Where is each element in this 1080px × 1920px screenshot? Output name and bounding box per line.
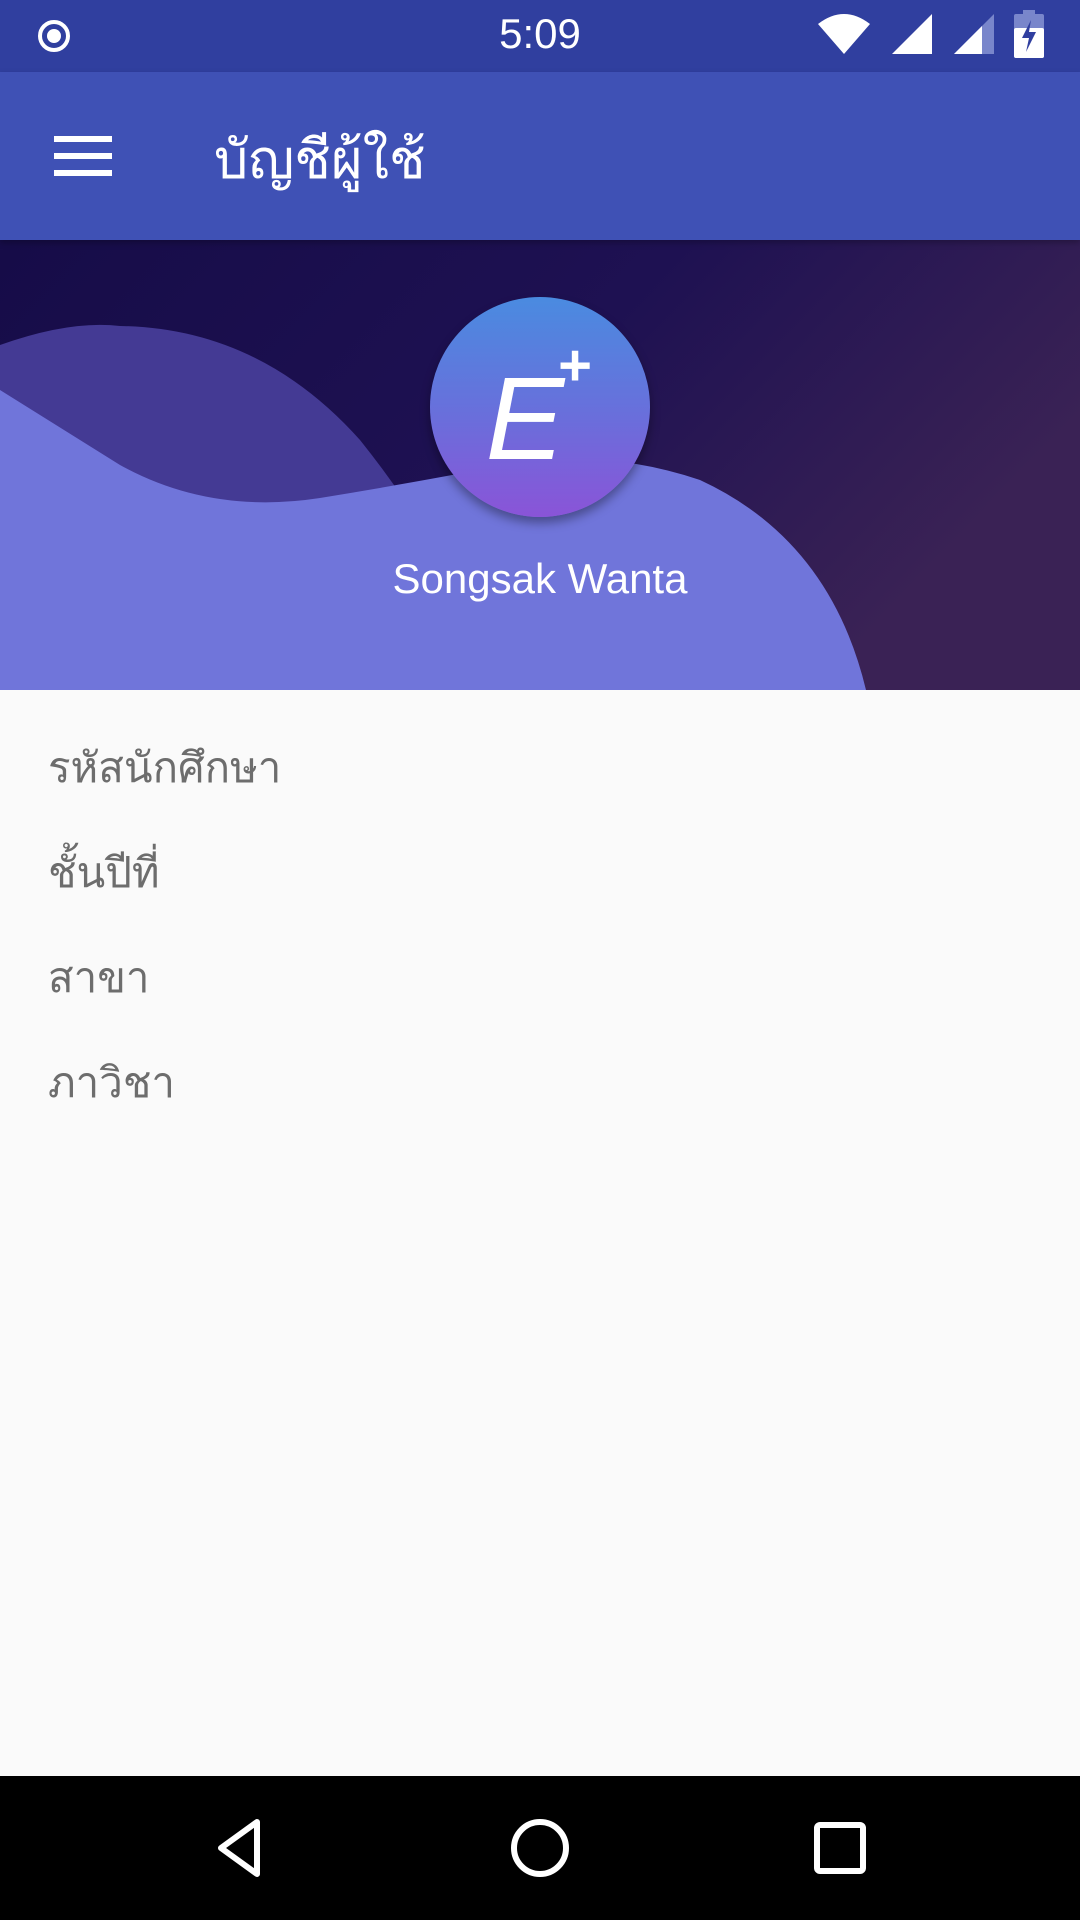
status-bar: 5:09 [0,0,1080,72]
student-id-label: รหัสนักศึกษา [48,743,282,792]
app-bar: บัญชีผู้ใช้ [0,72,1080,240]
avatar-plus: + [558,333,592,398]
back-icon[interactable] [205,1812,277,1884]
page-title: บัญชีผู้ใช้ [214,128,426,191]
home-icon[interactable] [504,1812,576,1884]
signal-icon [890,12,934,60]
e-plus-logo-icon: E + [486,333,592,485]
recents-icon[interactable] [804,1812,876,1884]
wifi-icon [816,10,872,62]
avatar-letter: E [486,353,566,485]
status-icons [816,10,1044,62]
user-name: Songsak Wanta [392,555,688,602]
department-label: ภาวิชา [48,1058,175,1107]
battery-charging-icon [1014,10,1044,62]
navigation-bar [0,1776,1080,1920]
signal-icon [952,12,996,60]
info-list: รหัสนักศึกษา ชั้นปีที่ สาขา ภาวิชา [48,735,281,1155]
hamburger-menu-icon[interactable] [46,128,122,184]
avatar: E + [430,297,650,517]
year-level-label: ชั้นปีที่ [48,848,160,897]
major-label: สาขา [48,953,150,1002]
